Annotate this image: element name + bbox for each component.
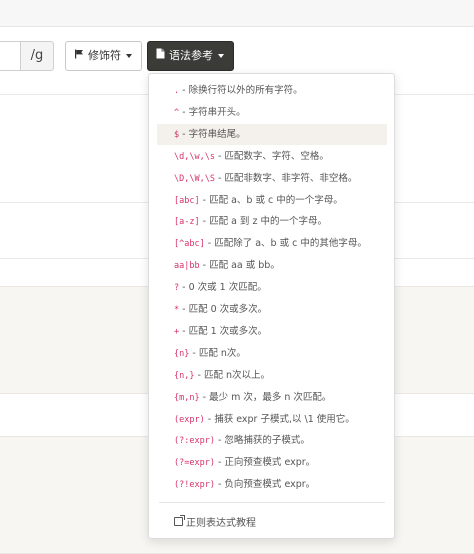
flags-display[interactable]: /g	[20, 41, 54, 71]
flag-icon	[74, 42, 84, 70]
syntax-code: {m,n}	[174, 392, 200, 403]
syntax-menu-item[interactable]: {n,} - 匹配 n次以上。	[157, 365, 387, 386]
menu-divider	[159, 502, 385, 503]
top-bar	[0, 0, 474, 27]
syntax-code: {n}	[174, 348, 190, 359]
syntax-menu-item[interactable]: $ - 字符串结尾。	[157, 123, 387, 145]
syntax-menu-item[interactable]: \D,\W,\S - 匹配非数字、非字符、非空格。	[157, 168, 387, 189]
syntax-code: (expr)	[174, 414, 205, 425]
syntax-description: 匹配非数字、非字符、非空格。	[224, 172, 358, 184]
chevron-down-icon	[126, 54, 132, 58]
syntax-description: 负向预查模式 expr。	[224, 479, 316, 491]
syntax-menu-item[interactable]: ? - 0 次或 1 次匹配。	[157, 277, 387, 298]
syntax-reference-label: 语法参考	[169, 49, 213, 62]
syntax-code: \d,\w,\s	[174, 151, 215, 162]
syntax-code: [^abc]	[174, 239, 205, 250]
syntax-menu-item[interactable]: + - 匹配 1 次或多次。	[157, 321, 387, 342]
syntax-menu-item[interactable]: . - 除换行符以外的所有字符。	[157, 80, 387, 101]
syntax-reference-menu: . - 除换行符以外的所有字符。 ^ - 字符串开头。 $ - 字符串结尾。 \d,\…	[148, 73, 395, 539]
syntax-menu-item[interactable]: \d,\w,\s - 匹配数字、字符、空格。	[157, 146, 387, 167]
syntax-code: [a-z]	[174, 217, 200, 228]
syntax-menu-item[interactable]: {m,n} - 最少 m 次，最多 n 次匹配。	[157, 387, 387, 408]
syntax-description: 0 次或 1 次匹配。	[188, 282, 267, 294]
syntax-description: 正向预查模式 expr。	[224, 457, 316, 469]
syntax-description: 匹配 a 到 z 中的一个字母。	[209, 216, 327, 228]
modifier-label: 修饰符	[88, 49, 121, 62]
syntax-code: {n,}	[174, 370, 195, 381]
tutorial-link-label: 正则表达式教程	[186, 518, 256, 529]
syntax-description: 匹配 1 次或多次。	[188, 325, 268, 337]
syntax-code: aa|bb	[174, 261, 200, 272]
syntax-menu-item[interactable]: (?!expr) - 负向预查模式 expr。	[157, 474, 387, 495]
syntax-description: 匹配 n次。	[198, 347, 246, 359]
syntax-description: 最少 m 次，最多 n 次匹配。	[209, 391, 332, 403]
syntax-code: \D,\W,\S	[174, 173, 215, 184]
chevron-down-icon	[218, 54, 224, 58]
syntax-menu-item[interactable]: (?:expr) - 忽略捕获的子模式。	[157, 430, 387, 451]
syntax-description: 匹配数字、字符、空格。	[224, 150, 329, 162]
syntax-menu-item[interactable]: [abc] - 匹配 a、b 或 c 中的一个字母。	[157, 190, 387, 211]
regex-input[interactable]	[0, 41, 20, 71]
syntax-description: 匹配 a、b 或 c 中的一个字母。	[209, 194, 343, 206]
syntax-description: 匹配 0 次或多次。	[188, 304, 268, 315]
syntax-code: (?=expr)	[174, 458, 215, 469]
syntax-menu-item[interactable]: [a-z] - 匹配 a 到 z 中的一个字母。	[157, 211, 387, 232]
syntax-menu-item[interactable]: [^abc] - 匹配除了 a、b 或 c 中的其他字母。	[157, 233, 387, 254]
syntax-menu-item[interactable]: {n} - 匹配 n次。	[157, 343, 387, 364]
syntax-menu-item[interactable]: (expr) - 捕获 expr 子模式,以 \1 使用它。	[157, 409, 387, 430]
syntax-menu-item[interactable]: (?=expr) - 正向预查模式 expr。	[157, 452, 387, 473]
external-link-icon	[174, 515, 185, 526]
syntax-menu-item[interactable]: aa|bb - 匹配 aa 或 bb。	[157, 255, 387, 276]
syntax-reference-button[interactable]: 语法参考	[147, 41, 234, 71]
syntax-menu-item[interactable]: * - 匹配 0 次或多次。	[157, 299, 387, 320]
syntax-menu-item[interactable]: ^ - 字符串开头。	[157, 102, 387, 123]
syntax-description: 字符串开头。	[188, 106, 246, 118]
syntax-description: 匹配除了 a、b 或 c 中的其他字母。	[214, 238, 367, 250]
syntax-description: 匹配 n次以上。	[203, 369, 270, 381]
modifier-button[interactable]: 修饰符	[65, 41, 142, 71]
syntax-description: 除换行符以外的所有字符。	[188, 85, 303, 96]
syntax-description: 忽略捕获的子模式。	[224, 435, 310, 447]
syntax-description: 匹配 aa 或 bb。	[209, 260, 280, 272]
syntax-description: 捕获 expr 子模式,以 \1 使用它。	[214, 413, 355, 425]
syntax-description: 字符串结尾。	[188, 128, 246, 140]
syntax-code: (?:expr)	[174, 436, 215, 447]
document-icon	[156, 42, 165, 70]
syntax-code: [abc]	[174, 195, 200, 206]
regex-tutorial-link[interactable]: 正则表达式教程	[174, 514, 256, 529]
syntax-code: (?!expr)	[174, 480, 215, 491]
